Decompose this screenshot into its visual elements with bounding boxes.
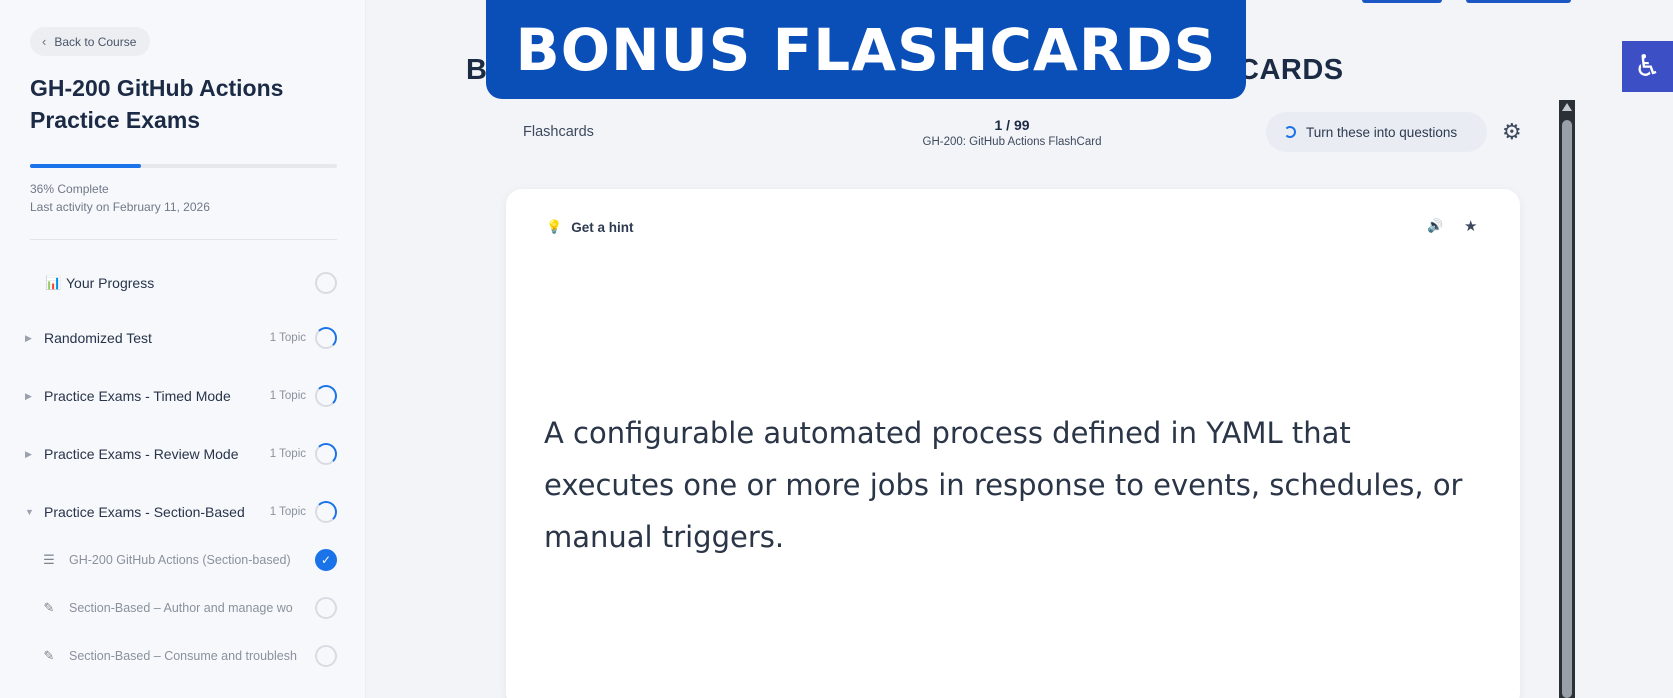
last-activity-text: Last activity on February 11, 2026 [30,200,210,214]
course-progress-bar [30,164,337,168]
lightbulb-icon: 💡 [546,219,563,234]
status-ring [315,597,337,619]
status-ring [315,272,337,294]
scrollbar-thumb[interactable] [1562,120,1572,698]
bonus-flashcards-banner: BONUS FLASHCARDS [486,0,1246,99]
sidebar-item-randomized-test[interactable]: ▶ Randomized Test 1 Topic [0,318,366,358]
course-sidebar: ‹ Back to Course GH-200 GitHub Actions P… [0,0,366,698]
banner-text: BONUS FLASHCARDS [515,15,1217,84]
sidebar-item-section-based[interactable]: ▼ Practice Exams - Section-Based 1 Topic [0,492,366,532]
topic-count: 1 Topic [269,332,306,344]
status-ring [315,443,337,465]
turn-into-questions-button[interactable]: Turn these into questions [1266,112,1487,152]
flashcard-text: A configurable automated process defined… [544,416,1463,554]
page-title-left: B [466,54,488,86]
course-progress-fill [30,164,141,168]
chevron-left-icon: ‹ [42,34,47,49]
topic-count: 1 Topic [269,506,306,518]
sidebar-subitem-label: GH-200 GitHub Actions (Section-based) [69,553,291,567]
accessibility-icon[interactable]: ♿ [1622,41,1673,92]
course-title: GH-200 GitHub Actions Practice Exams [30,75,284,133]
scrollbar[interactable] [1559,100,1575,698]
status-ring [315,645,337,667]
sidebar-item-label: Practice Exams - Timed Mode [44,388,231,404]
turn-into-questions-label: Turn these into questions [1306,124,1458,140]
edit-icon: ✎ [43,600,55,615]
sidebar-item-review-mode[interactable]: ▶ Practice Exams - Review Mode 1 Topic [0,434,366,474]
caret-down-icon: ▼ [25,507,34,517]
back-to-course-button[interactable]: ‹ Back to Course [30,27,151,56]
get-hint-button[interactable]: 💡 Get a hint [546,219,633,235]
top-nav-button[interactable] [1362,0,1442,3]
sidebar-subitem-section-based-quiz[interactable]: ☰ GH-200 GitHub Actions (Section-based) … [0,540,366,580]
flashcards-label: Flashcards [523,124,594,140]
topic-count: 1 Topic [269,390,306,402]
page-title-right: CARDS [1238,54,1344,86]
speaker-icon[interactable]: 🔊 [1427,218,1443,234]
caret-right-icon: ▶ [25,332,32,343]
deck-name: GH-200: GitHub Actions FlashCard [922,136,1102,148]
sidebar-item-label: Your Progress [66,275,155,291]
get-hint-label: Get a hint [571,219,634,235]
gear-icon[interactable]: ⚙ [1502,119,1522,145]
sidebar-divider [30,239,337,240]
flashcard[interactable]: 💡 Get a hint 🔊 ★ A configurable automate… [506,189,1520,698]
star-icon[interactable]: ★ [1464,217,1477,235]
bar-chart-icon: 📊 [45,275,62,290]
refresh-icon [1284,126,1296,138]
sidebar-subitem-consume-troubleshoot[interactable]: ✎ Section-Based – Consume and troublesh [0,636,366,676]
sidebar-subitem-label: Section-Based – Consume and troublesh [69,649,297,663]
caret-right-icon: ▶ [25,448,32,459]
sidebar-item-timed-mode[interactable]: ▶ Practice Exams - Timed Mode 1 Topic [0,376,366,416]
sidebar-item-label: Practice Exams - Section-Based [44,504,245,520]
edit-icon: ✎ [43,648,55,663]
checkmark-icon: ✓ [315,549,337,571]
back-to-course-label: Back to Course [54,34,137,49]
topic-count: 1 Topic [269,448,306,460]
status-ring [315,501,337,523]
status-ring [315,327,337,349]
card-counter: 1 / 99 [994,117,1030,133]
sidebar-subitem-label: Section-Based – Author and manage wo [69,601,293,615]
status-ring [315,385,337,407]
top-nav-button[interactable] [1466,0,1571,3]
sidebar-item-label: Practice Exams - Review Mode [44,446,239,462]
sidebar-item-your-progress[interactable]: 📊 Your Progress [0,263,366,303]
scroll-up-arrow-icon[interactable] [1562,103,1572,111]
list-icon: ☰ [43,552,55,567]
sidebar-item-label: Randomized Test [44,330,152,346]
caret-right-icon: ▶ [25,390,32,401]
progress-percent-text: 36% Complete [30,182,109,196]
sidebar-subitem-author-manage[interactable]: ✎ Section-Based – Author and manage wo [0,588,366,628]
